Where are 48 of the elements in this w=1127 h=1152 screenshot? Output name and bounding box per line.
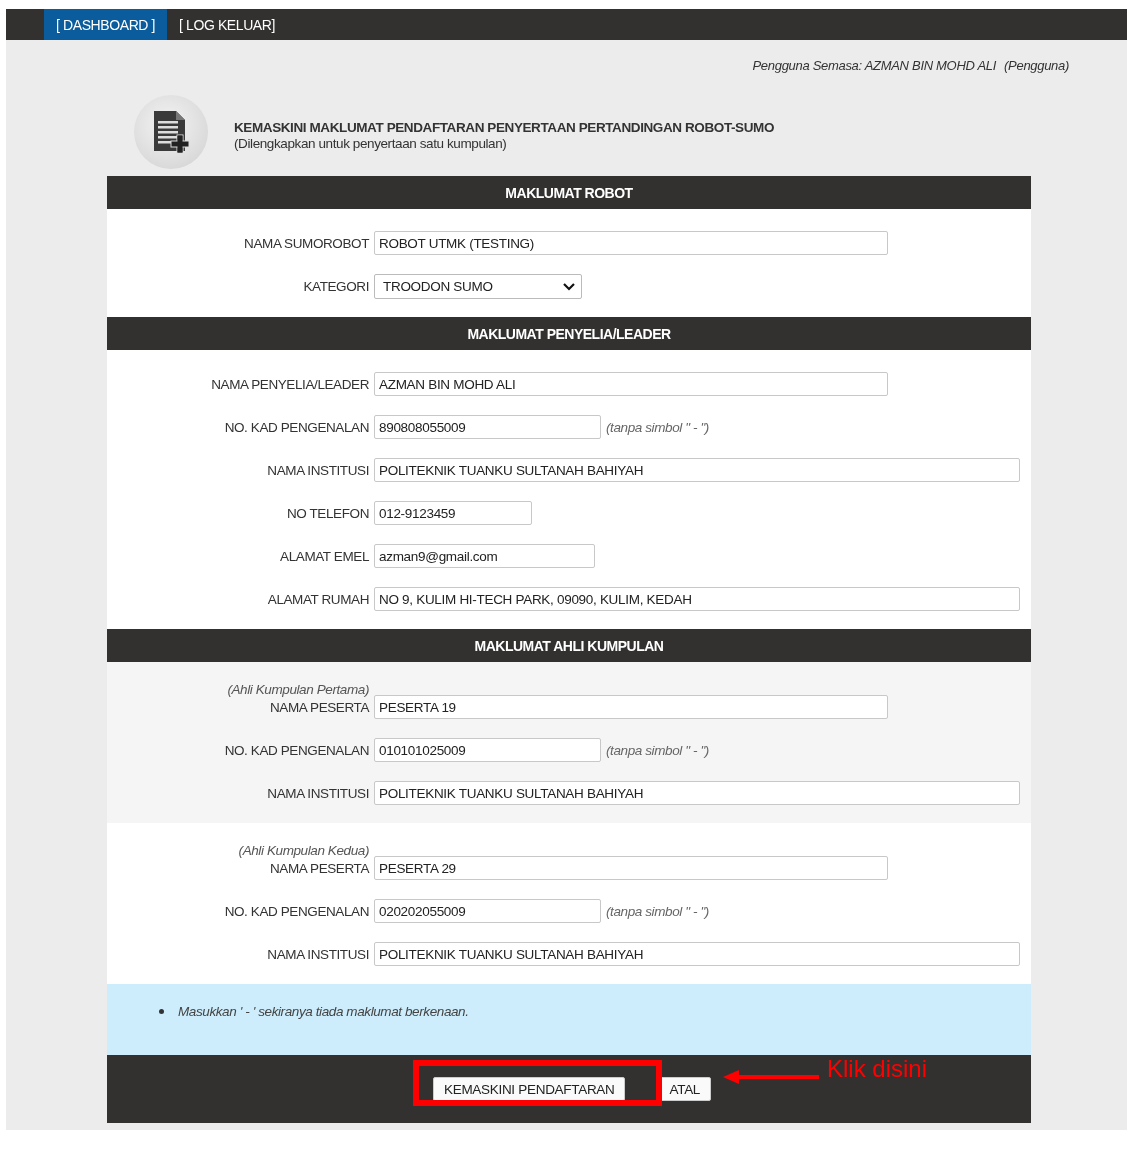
field-label: NO. KAD PENGENALAN	[223, 742, 369, 758]
annotation-text: Klik disini	[827, 1055, 928, 1083]
field-label: NAMA INSTITUSI	[266, 462, 369, 478]
field-label: NAMA SUMOROBOT	[243, 235, 369, 251]
current-user: Pengguna Semasa: AZMAN BIN MOHD ALI	[752, 58, 997, 73]
input-field[interactable]: 020202055009	[374, 899, 601, 923]
input-field[interactable]: 010101025009	[374, 738, 601, 762]
field-hint: (tanpa simbol " - ")	[606, 742, 710, 758]
chevron-down-icon	[563, 282, 575, 291]
field-label: NO TELEFON	[285, 505, 369, 521]
input-field[interactable]: POLITEKNIK TUANKU SULTANAH BAHIYAH	[374, 458, 1020, 482]
user-role: (Pengguna)	[1004, 58, 1069, 73]
input-field[interactable]: NO 9, KULIM HI-TECH PARK, 09090, KULIM, KEDAH	[374, 587, 1020, 611]
input-field[interactable]: 890808055009	[374, 415, 601, 439]
group-caption: (Ahli Kumpulan Pertama)	[226, 682, 369, 697]
input-field[interactable]: AZMAN BIN MOHD ALI	[374, 372, 888, 396]
update-button[interactable]: KEMASKINI PENDAFTARAN	[433, 1077, 626, 1101]
field-label: NAMA PESERTA	[269, 860, 369, 876]
nav-tab[interactable]: [ LOG KELUAR]	[167, 9, 287, 40]
field-label: NO. KAD PENGENALAN	[223, 903, 369, 919]
note-text: Masukkan ' - ' sekiranya tiada maklumat berkenaan.	[178, 1004, 469, 1019]
page-title: KEMASKINI MAKLUMAT PENDAFTARAN PENYERTAAN PERTANDINGAN ROBOT-SUMO	[234, 119, 774, 135]
field-label: KATEGORI	[302, 279, 369, 294]
nav-tab[interactable]: [ DASHBOARD ]	[44, 9, 168, 40]
field-label: NAMA PENYELIA/LEADER	[210, 376, 369, 392]
field-label: ALAMAT EMEL	[279, 548, 369, 564]
field-label: NAMA INSTITUSI	[266, 785, 369, 801]
input-field[interactable]: ROBOT UTMK (TESTING)	[374, 231, 888, 255]
arrow-icon	[723, 1070, 819, 1084]
input-field[interactable]: POLITEKNIK TUANKU SULTANAH BAHIYAH	[374, 781, 1020, 805]
category-dropdown[interactable]: TROODON SUMO	[374, 274, 582, 299]
section-header: MAKLUMAT AHLI KUMPULAN	[107, 629, 1031, 662]
section-header: MAKLUMAT PENYELIA/LEADER	[107, 317, 1031, 350]
field-label: NAMA INSTITUSI	[266, 946, 369, 962]
bullet-icon	[159, 1009, 164, 1014]
input-field[interactable]: azman9@gmail.com	[374, 544, 595, 568]
field-label: ALAMAT RUMAH	[266, 591, 369, 607]
field-hint: (tanpa simbol " - ")	[606, 419, 710, 435]
field-hint: (tanpa simbol " - ")	[606, 903, 710, 919]
field-label: NO. KAD PENGENALAN	[223, 419, 369, 435]
input-field[interactable]: 012-9123459	[374, 501, 532, 525]
input-field[interactable]: PESERTA 29	[374, 856, 888, 880]
section-header: MAKLUMAT ROBOT	[107, 176, 1031, 209]
input-field[interactable]: PESERTA 19	[374, 695, 888, 719]
page-subtitle: (Dilengkapkan untuk penyertaan satu kumpulan)	[234, 135, 508, 151]
group-caption: (Ahli Kumpulan Kedua)	[237, 843, 369, 858]
field-label: NAMA PESERTA	[269, 699, 369, 715]
input-field[interactable]: POLITEKNIK TUANKU SULTANAH BAHIYAH	[374, 942, 1020, 966]
